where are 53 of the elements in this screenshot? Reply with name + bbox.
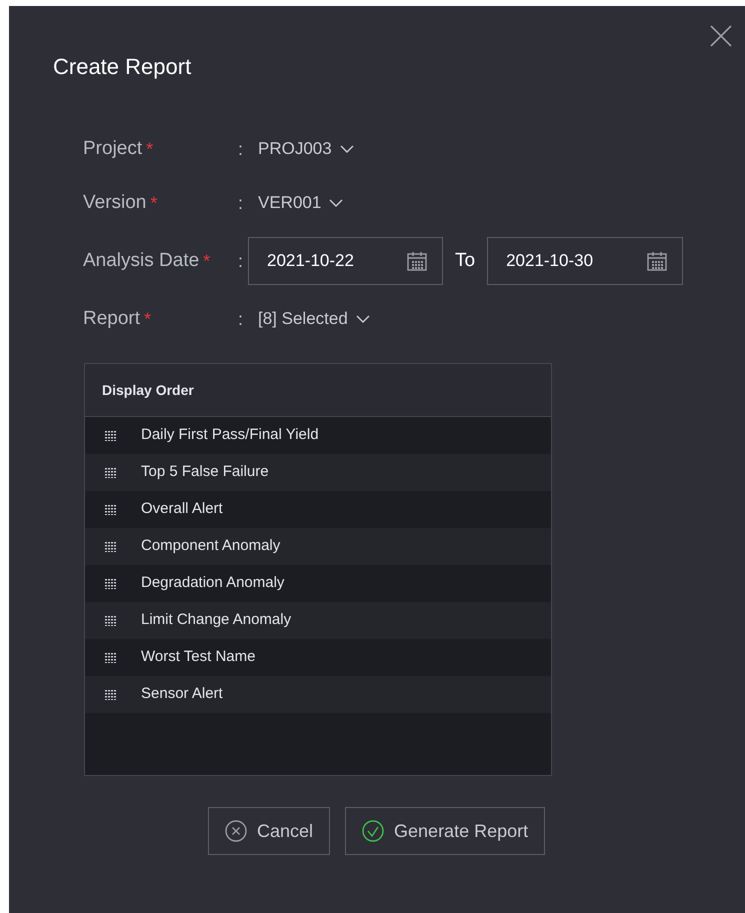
column-header: Display Order: [102, 380, 194, 400]
dropdown-select[interactable]: [8] Selected: [258, 306, 370, 332]
colon: :: [238, 192, 244, 214]
order-row[interactable]: Limit Change Anomaly: [85, 602, 551, 639]
drag-handle-icon[interactable]: [105, 468, 117, 478]
dropdown-select[interactable]: VER001: [258, 190, 344, 216]
colon: :: [238, 138, 244, 160]
close-button[interactable]: [709, 24, 733, 48]
required-asterisk: *: [203, 250, 210, 272]
generate-button[interactable]: Generate Report: [345, 807, 546, 855]
drag-handle-icon[interactable]: [105, 504, 117, 514]
date-value: 2021-10-30: [506, 250, 594, 272]
report-name: Limit Change Anomaly: [141, 610, 292, 630]
report-name: Degradation Anomaly: [141, 573, 284, 594]
check-circle-icon: [362, 820, 384, 842]
drag-handle-icon[interactable]: [105, 652, 117, 662]
drag-handle-icon[interactable]: [105, 690, 117, 700]
report-name: Component Anomaly: [141, 536, 280, 556]
order-row[interactable]: Top 5 False Failure: [85, 454, 551, 491]
colon: :: [238, 250, 244, 272]
date-field[interactable]: 2021-10-30: [487, 237, 684, 285]
chevron-down-icon: [356, 315, 370, 323]
field-label: Report: [83, 306, 140, 331]
field-label: Analysis Date: [83, 248, 200, 273]
chevron-down-icon: [329, 199, 344, 207]
order-row[interactable]: Component Anomaly: [85, 528, 551, 565]
required-asterisk: *: [150, 192, 158, 214]
report-name: Daily First Pass/Final Yield: [141, 425, 319, 446]
close-icon: [709, 24, 733, 48]
date-value: 2021-10-22: [267, 250, 354, 272]
report-name: Overall Alert: [141, 499, 223, 520]
range-separator: To: [455, 248, 476, 273]
calendar-icon: [406, 250, 428, 272]
field-label: Version: [83, 190, 146, 215]
report-name: Sensor Alert: [141, 684, 223, 704]
field-label: Project: [83, 136, 142, 161]
report-name: Top 5 False Failure: [141, 462, 269, 482]
drag-handle-icon[interactable]: [105, 578, 117, 588]
calendar-icon: [646, 250, 668, 272]
date-field[interactable]: 2021-10-22: [248, 237, 443, 285]
drag-handle-icon[interactable]: [105, 542, 117, 552]
chevron-down-icon: [340, 145, 354, 153]
dialog-title: Create Report: [53, 53, 192, 81]
close-circle-icon: [225, 820, 247, 842]
drag-handle-icon[interactable]: [105, 616, 117, 626]
colon: :: [238, 308, 244, 330]
required-asterisk: *: [146, 138, 154, 160]
cancel-button[interactable]: Cancel: [208, 807, 330, 855]
order-row[interactable]: Sensor Alert: [85, 676, 551, 713]
report-name: Worst Test Name: [141, 647, 256, 668]
dropdown-select[interactable]: PROJ003: [258, 136, 354, 162]
drag-handle-icon[interactable]: [105, 430, 117, 440]
required-asterisk: *: [144, 308, 152, 330]
